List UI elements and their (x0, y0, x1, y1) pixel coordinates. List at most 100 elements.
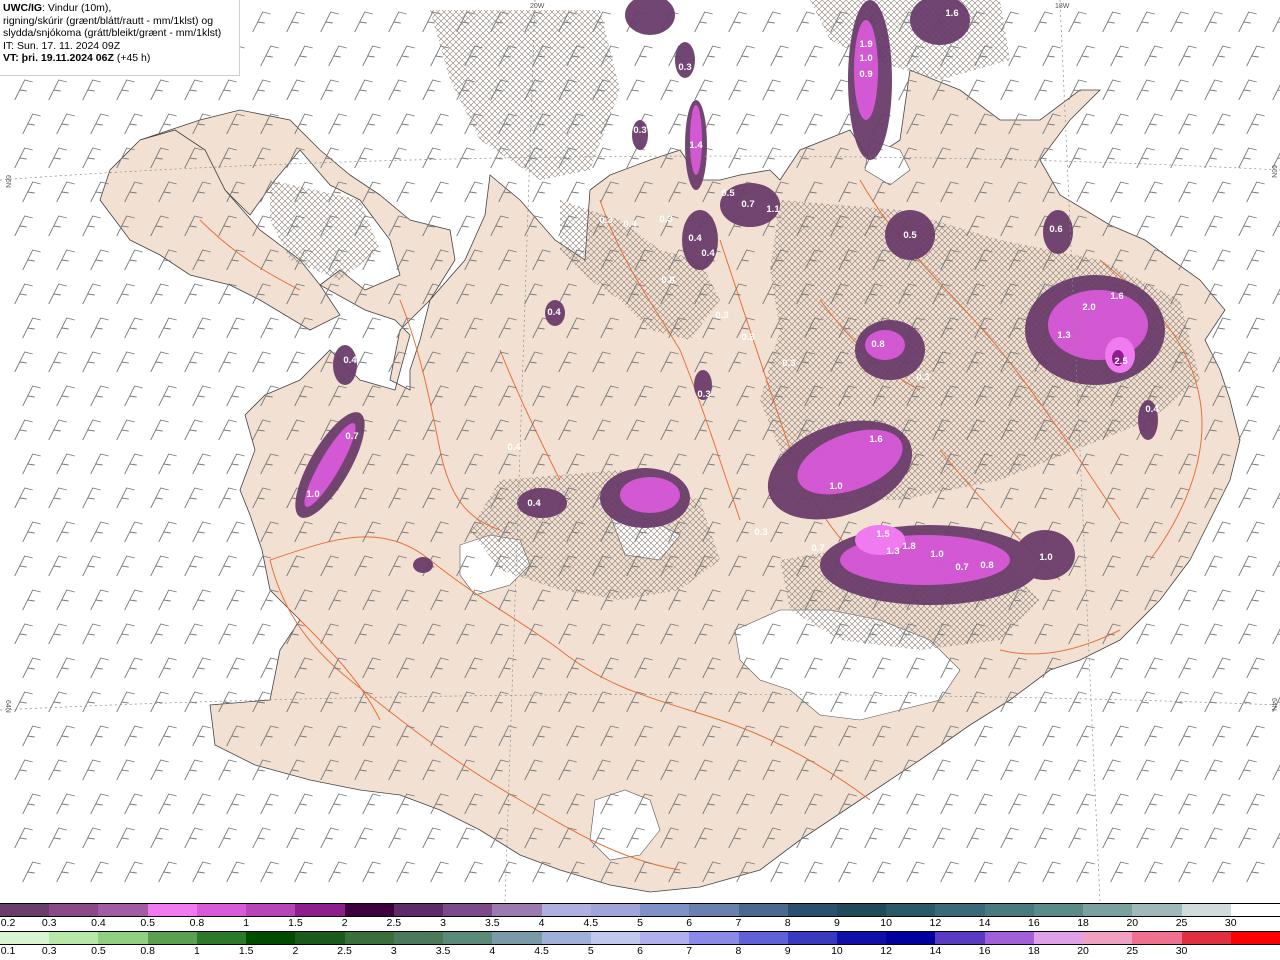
snow-legend: 0.2 0.3 0.4 0.5 0.8 1 1.5 2 2.5 3 3.5 4 4.5 5 6 7 8 9 10 12… (0, 903, 1280, 931)
grid-label: 66N (4, 175, 11, 188)
legend-swatch (246, 904, 296, 916)
legend-label: 4 (489, 945, 496, 957)
legend-swatch (196, 932, 247, 944)
legend-label: 0.2 (0, 917, 16, 929)
legend-label: 0.8 (140, 945, 155, 957)
precip-value-label: 0.7 (345, 431, 358, 442)
legend-label: 5 (587, 945, 594, 957)
legend-swatch (541, 932, 591, 944)
legend-label: 18 (1028, 945, 1040, 957)
legend-swatch (640, 904, 690, 916)
precip-value-label: 1.8 (902, 541, 915, 552)
precip-value-label: 0.3 (473, 547, 486, 558)
legend-label: 2.5 (337, 945, 352, 957)
precip-value-label: 0.4 (547, 307, 561, 318)
legend-swatch (935, 904, 985, 916)
precip-value-label: 1.6 (1110, 291, 1123, 302)
legend-swatch (1033, 932, 1084, 944)
legend-swatch (98, 932, 148, 944)
legend-label: 0.5 (91, 945, 106, 957)
precip-value-label: 0.7 (955, 562, 968, 573)
precip-value-label: 1.1 (766, 204, 780, 215)
legend-label: 1 (194, 945, 200, 957)
legend-label: 0.8 (189, 917, 205, 929)
title-line-2: rigning/skúrir (grænt/blátt/rautt - mm/1… (3, 14, 214, 27)
grid-label: 20W (530, 3, 545, 10)
precip-value-label: 0.7 (741, 199, 754, 210)
legend-swatch (590, 904, 641, 916)
legend-swatch (935, 932, 985, 944)
precip-value-label: 0.3 (659, 214, 672, 225)
legend-swatch (344, 904, 394, 916)
precip-value-label: 1.0 (859, 53, 872, 64)
precip-value-label: 0.3 (741, 332, 754, 343)
legend-swatch (196, 904, 247, 916)
rain-legend-labels: 0.1 0.3 0.5 0.8 1 1.5 2 2.5 3 3.5 4 4.5 5 6 7 8 9 10 12 14 1… (0, 945, 1280, 959)
precip-value-label: 0.8 (871, 339, 884, 350)
legend-label: 4.5 (583, 917, 599, 929)
legend-label: 4 (538, 917, 545, 929)
precip-value-label: 0.8 (661, 275, 674, 286)
title-description: : Vindur (10m), (42, 2, 112, 14)
grid-label: 64N (4, 700, 11, 713)
legend-swatch (49, 904, 99, 916)
precip-value-label: 2.5 (1114, 356, 1128, 367)
legend-label: 6 (686, 917, 693, 929)
precip-value-label: 0.4 (507, 442, 521, 453)
precip-value-label: 1.6 (869, 434, 882, 445)
precip-value-label: 0.8 (980, 560, 993, 571)
precip-value-label: 0.9 (859, 69, 872, 80)
precip-value-label: 0.4 (1145, 404, 1159, 415)
legend-swatch (1181, 932, 1231, 944)
grid-label: 66N (1270, 165, 1277, 178)
precip-value-label: 0.4 (688, 233, 702, 244)
precip-value-label: 1.6 (945, 8, 958, 19)
legend-swatch (492, 932, 542, 944)
legend-label: 1.5 (238, 945, 254, 957)
legend-label: 5 (637, 917, 643, 929)
legend-swatch (0, 932, 50, 944)
legend-label: 20 (1126, 917, 1139, 929)
legend-label: 0.1 (0, 945, 16, 957)
legend-label: 6 (637, 945, 643, 957)
legend-swatch (886, 932, 936, 944)
legend-swatch (689, 932, 739, 944)
precip-value-label: 2.0 (1082, 302, 1095, 313)
precip-value-label: 0.3 (754, 527, 767, 538)
precip-value-label: 0.6 (1049, 224, 1062, 235)
legend-swatch (836, 904, 887, 916)
precip-value-label: 0.5 (721, 188, 735, 199)
precip-value-label: 0.4 (701, 248, 715, 259)
legend-swatch (984, 904, 1034, 916)
precip-value-label: 0.4 (527, 498, 541, 509)
precip-value-label: 1.3 (1057, 330, 1070, 341)
legend-swatch (640, 932, 690, 944)
snow-color-bar (0, 903, 1280, 917)
map-title-box: UWC/IG: Vindur (10m), rigning/skúrir (gr… (0, 0, 240, 76)
legend-label: 30 (1175, 945, 1188, 957)
precip-value-label: 1.0 (1039, 552, 1052, 563)
precip-value-label: 1.0 (306, 489, 319, 500)
legend-swatch (738, 904, 788, 916)
legend-swatch (1132, 904, 1182, 916)
legend-swatch (0, 904, 50, 916)
legend-label: 20 (1077, 945, 1089, 957)
legend-swatch (836, 932, 887, 944)
legend-swatch (295, 904, 345, 916)
valid-time: VT: þri. 19.11.2024 06Z (3, 52, 114, 65)
legend-swatch (492, 904, 542, 916)
legend-swatch (1132, 932, 1182, 944)
legend-label: 12 (880, 945, 892, 957)
legend-swatch (787, 904, 837, 916)
legend-label: 0.5 (140, 917, 155, 929)
legend-swatch (886, 904, 936, 916)
legend-label: 16 (1028, 917, 1040, 929)
precip-value-label: 0.5 (903, 230, 917, 241)
legend-label: 25 (1175, 917, 1188, 929)
legend-label: 8 (784, 917, 791, 929)
legend-swatch (393, 904, 444, 916)
precip-value-label: 0.3 (782, 358, 795, 369)
legend-swatch (443, 904, 493, 916)
legend-swatch (295, 932, 345, 944)
precip-value-label: 0.7 (811, 543, 824, 554)
